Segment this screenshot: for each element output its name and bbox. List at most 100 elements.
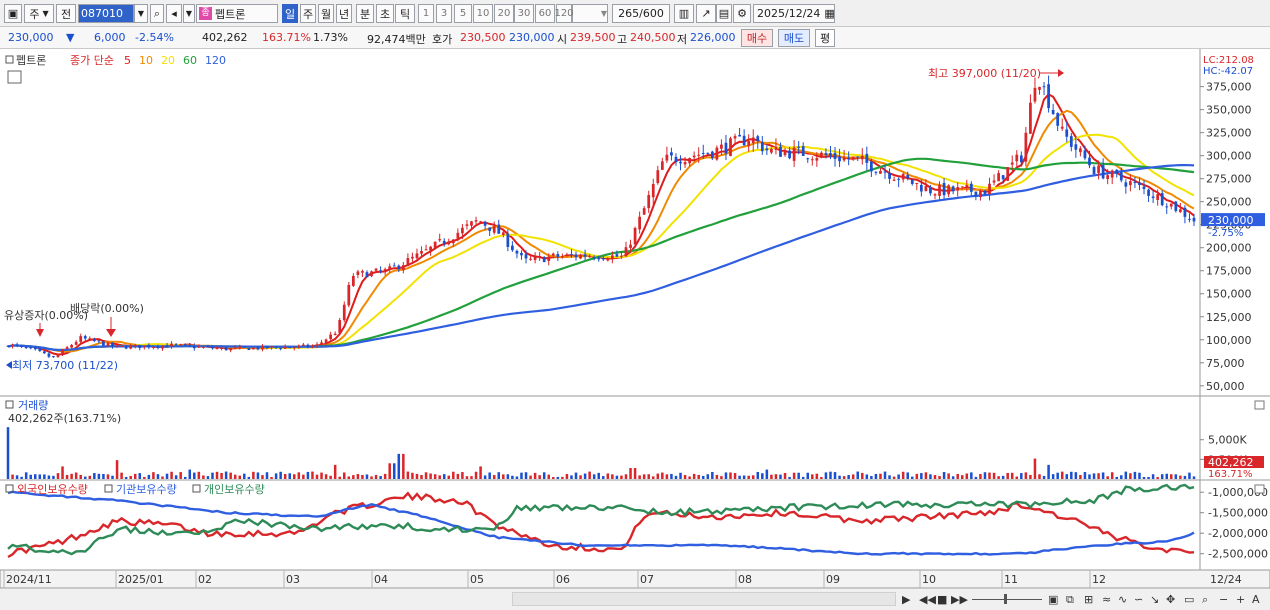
- stop-icon[interactable]: ■: [937, 593, 947, 606]
- line-chart-icon[interactable]: ∽: [1134, 593, 1143, 606]
- volume-bar: [765, 469, 769, 479]
- period-tab-5[interactable]: 초: [376, 4, 394, 23]
- close-holding-panel-icon[interactable]: [1254, 484, 1265, 494]
- candle-body: [629, 244, 632, 248]
- interval-button-30[interactable]: 30: [514, 4, 534, 23]
- layout-icon[interactable]: ▣: [1048, 593, 1058, 606]
- volume-bar: [524, 472, 528, 479]
- interval-button-1[interactable]: 1: [418, 4, 434, 23]
- copy-icon[interactable]: ⧉: [1066, 593, 1074, 607]
- zoom-in-icon[interactable]: +: [1236, 593, 1245, 606]
- chart-type-icon[interactable]: ▥: [674, 4, 694, 23]
- candle-body: [1010, 162, 1014, 165]
- calculator-icon[interactable]: [7, 70, 22, 84]
- volume-bar: [420, 475, 423, 479]
- candle-body: [1088, 157, 1091, 166]
- zoom-slider[interactable]: [972, 599, 1042, 600]
- candle-body: [124, 346, 128, 349]
- period-tab-0[interactable]: 일: [282, 4, 298, 23]
- count-field[interactable]: 265/600: [612, 4, 670, 23]
- candle-body: [438, 239, 442, 241]
- candle-body: [6, 345, 10, 347]
- period-tab-3[interactable]: 년: [336, 4, 352, 23]
- candle-body: [451, 239, 455, 244]
- play-icon[interactable]: ▶: [902, 593, 910, 606]
- save-icon[interactable]: ▤: [716, 4, 732, 23]
- candle-body: [415, 253, 419, 259]
- speaker-icon[interactable]: ◂: [166, 4, 182, 23]
- drawing-tools-icon[interactable]: ↗: [696, 4, 716, 23]
- candle-body: [306, 344, 310, 348]
- legend-ma-label: 종가 단순: [70, 54, 114, 67]
- zoom-out-icon[interactable]: −: [1219, 593, 1228, 606]
- search-icon[interactable]: ⌕: [150, 4, 164, 23]
- candle-body: [715, 147, 719, 160]
- window-menu-icon[interactable]: ▣: [4, 4, 22, 23]
- x-label-11: 11: [1004, 573, 1018, 586]
- speaker-dropdown-icon[interactable]: ▼: [183, 4, 195, 23]
- pattern-icon[interactable]: ≈: [1102, 593, 1111, 606]
- code-dropdown-icon[interactable]: ▼: [134, 4, 148, 23]
- sell-button[interactable]: 매도: [778, 29, 810, 47]
- rewind-icon[interactable]: ◀◀: [919, 593, 936, 606]
- interval-dropdown[interactable]: ▼: [572, 4, 608, 23]
- buy-button[interactable]: 매수: [741, 29, 773, 47]
- ma-legend-10: 10: [139, 54, 153, 67]
- volume-bar: [938, 476, 941, 479]
- interval-button-120[interactable]: 120: [554, 4, 574, 23]
- candle-body: [747, 141, 751, 146]
- period-tab-4[interactable]: 분: [356, 4, 374, 23]
- interval-button-3[interactable]: 3: [436, 4, 452, 23]
- high-price: 240,500: [630, 31, 676, 44]
- zoom-slider-handle[interactable]: [1004, 594, 1007, 604]
- period-tab-6[interactable]: 틱: [395, 4, 415, 23]
- candle-body: [801, 146, 805, 156]
- candle-body: [1147, 189, 1150, 196]
- volume-bar: [629, 468, 632, 479]
- volume-bar: [960, 475, 964, 479]
- close-volume-panel-icon[interactable]: [1254, 400, 1265, 410]
- candle-body: [297, 345, 301, 347]
- stock-name-field[interactable]: 종 펩트론: [196, 4, 278, 23]
- pan-icon[interactable]: ✥: [1166, 593, 1175, 606]
- candle-body: [1056, 113, 1060, 126]
- maximize-icon[interactable]: ▭: [1184, 593, 1194, 606]
- fast-forward-icon[interactable]: ▶▶: [951, 593, 968, 606]
- period-prefix-select[interactable]: 주 ▼: [24, 4, 54, 23]
- volume-bar: [147, 474, 151, 479]
- stock-chart[interactable]: 펩트론 종가 단순 5 10 20 60 120 LC:212.08 HC:-42.07…: [0, 49, 1270, 588]
- volume-bar: [1001, 475, 1005, 479]
- volume-bar: [906, 472, 909, 479]
- trend-icon[interactable]: ↘: [1150, 593, 1159, 606]
- volume-bar: [724, 472, 728, 479]
- date-field[interactable]: 2025/12/24 ▦: [753, 4, 835, 23]
- interval-button-20[interactable]: 20: [494, 4, 514, 23]
- candle-body: [383, 269, 387, 272]
- volume-bar: [6, 427, 10, 479]
- interval-button-5[interactable]: 5: [454, 4, 472, 23]
- gear-icon[interactable]: ⚙: [733, 4, 751, 23]
- candle-body: [1033, 87, 1037, 102]
- interval-button-60[interactable]: 60: [535, 4, 555, 23]
- compare-icon[interactable]: ⊞: [1084, 593, 1093, 606]
- eval-button[interactable]: 평: [815, 29, 835, 47]
- interval-button-10[interactable]: 10: [473, 4, 493, 23]
- candle-body: [556, 254, 560, 257]
- horizontal-scrollbar[interactable]: [512, 592, 896, 606]
- volume-bar: [1156, 477, 1159, 479]
- indicator-icon[interactable]: ∿: [1118, 593, 1127, 606]
- stock-code-input[interactable]: 087010: [78, 4, 134, 23]
- period-tab-1[interactable]: 주: [300, 4, 316, 23]
- prev-button[interactable]: 전: [56, 4, 76, 23]
- candle-body: [810, 159, 814, 161]
- x-label-9: 09: [826, 573, 840, 586]
- period-tab-2[interactable]: 월: [318, 4, 334, 23]
- candle-body: [870, 161, 873, 172]
- candle-body: [470, 221, 473, 226]
- volume-bar: [370, 476, 373, 479]
- candle-body: [951, 186, 955, 192]
- candle-body: [115, 345, 119, 347]
- search-zoom-icon[interactable]: ⌕: [1202, 593, 1208, 607]
- font-size-icon[interactable]: A: [1252, 593, 1260, 606]
- legend-stock-name: 펩트론: [16, 54, 46, 67]
